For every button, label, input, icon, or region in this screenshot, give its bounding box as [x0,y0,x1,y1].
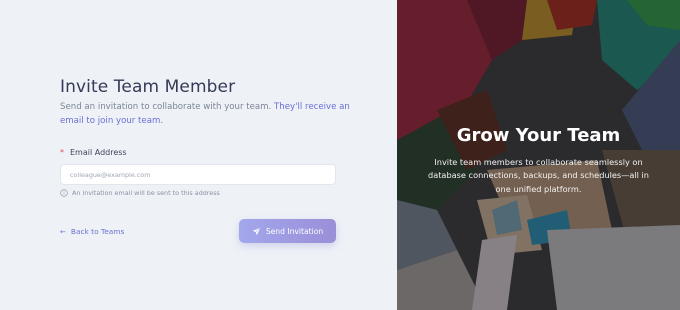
page-title: Invite Team Member [60,77,236,97]
required-marker: * [60,148,64,157]
back-to-teams-label: Back to Teams [70,227,125,236]
send-invitation-label: Send Invitation [265,226,324,236]
page-description: Send an invitation to collaborate with y… [60,101,350,128]
invite-form-panel: Invite Team Member Send an invitation to… [0,0,397,310]
send-invitation-button[interactable]: Send Invitation [239,219,336,243]
promo-panel: Grow Your Team Invite team members to co… [397,0,680,310]
info-circle-icon [60,189,68,197]
email-field[interactable] [60,164,336,185]
email-hint: An invitation email will be sent to this… [60,189,220,197]
promo-text: Invite team members to collaborate seaml… [428,157,649,194]
email-label-text: Email Address [70,148,127,157]
photo-overlay [397,0,680,310]
description-text: Send an invitation to collaborate with y… [60,102,275,112]
email-label: * Email Address [60,148,127,157]
back-to-teams-link[interactable]: ← Back to Teams [60,227,124,236]
promo-title: Grow Your Team [456,125,621,146]
email-hint-text: An invitation email will be sent to this… [72,189,220,197]
arrow-left-icon: ← [60,227,66,236]
paper-plane-icon [252,227,261,235]
